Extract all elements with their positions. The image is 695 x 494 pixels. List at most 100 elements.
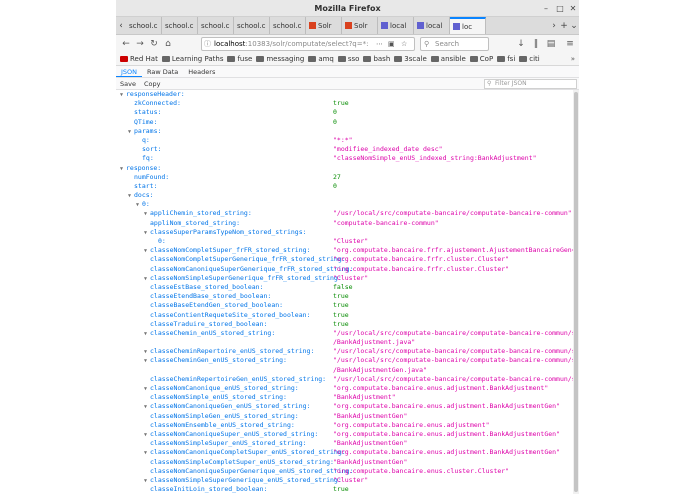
bookmark-item[interactable]: fsi [497, 55, 515, 63]
json-row[interactable]: ▼ classeNomCanoniqueGen_enUS_stored_strin… [116, 402, 579, 411]
json-value: true [333, 310, 349, 319]
search-field[interactable]: ⚲ Search [420, 37, 489, 51]
json-row[interactable]: classeNomSimple_enUS_stored_string: "Bank… [116, 393, 579, 402]
more-bookmarks-icon[interactable]: » [571, 55, 575, 63]
bookmark-item[interactable]: Learning Paths [161, 55, 223, 63]
tab-1[interactable]: school.c [162, 17, 198, 34]
json-row[interactable]: classeCheminRepertoireGen_enUS_stored_st… [116, 375, 579, 384]
save-button[interactable]: Save [116, 78, 140, 89]
json-row[interactable]: 0: "Cluster" [116, 237, 579, 246]
tab-5[interactable]: Solr [306, 17, 342, 34]
scroll-tabs-left-icon[interactable]: ‹ [116, 17, 126, 34]
tab-6[interactable]: Solr [342, 17, 378, 34]
tab-2[interactable]: school.c [198, 17, 234, 34]
json-row[interactable]: ▼ appliChemin_stored_string: "/usr/local/s… [116, 209, 579, 218]
downloads-icon[interactable]: ↓ [514, 39, 528, 49]
json-row[interactable]: ▼ classeNomSimpleSuperGenerique_enUS_stor… [116, 476, 579, 485]
page-actions-icon[interactable]: ⋯ [376, 38, 383, 50]
tab-0[interactable]: school.c [126, 17, 162, 34]
json-row[interactable]: ▼ response: [116, 164, 579, 173]
json-row[interactable]: status: 0 [116, 108, 579, 117]
json-row[interactable]: zkConnected: true [116, 99, 579, 108]
json-row[interactable]: classeBaseEtendGen_stored_boolean: true [116, 301, 579, 310]
copy-button[interactable]: Copy [140, 78, 165, 89]
tab-json[interactable]: JSON [116, 66, 143, 77]
tab-7[interactable]: local [378, 17, 414, 34]
bookmark-item[interactable]: Red Hat [120, 55, 158, 63]
tab-headers[interactable]: Headers [183, 66, 220, 77]
library-icon[interactable]: ‖ [529, 39, 543, 49]
menu-icon[interactable]: ≡ [563, 39, 577, 49]
bookmark-item[interactable]: 3scale [394, 55, 427, 63]
tab-list-icon[interactable]: ⌄ [569, 17, 579, 34]
json-row[interactable]: ▼ classeCheminGen_enUS_stored_string: "/us… [116, 356, 579, 365]
json-row[interactable]: sort: "modifiee_indexed_date desc" [116, 145, 579, 154]
json-row[interactable]: classeNomSimpleCompletSuper_enUS_stored_… [116, 458, 579, 467]
forward-icon[interactable]: → [133, 39, 147, 49]
new-tab-icon[interactable]: + [559, 17, 569, 34]
json-row[interactable]: QTime: 0 [116, 118, 579, 127]
json-row[interactable]: classeEtendBase_stored_boolean: true [116, 292, 579, 301]
json-row[interactable]: ▼ docs: [116, 191, 579, 200]
tab-4[interactable]: school.c [270, 17, 306, 34]
json-row[interactable]: ▼ classeNomCanonique_enUS_stored_string: "… [116, 384, 579, 393]
bookmark-item[interactable]: ansible [430, 55, 466, 63]
back-icon[interactable]: ← [119, 39, 133, 49]
bookmark-star-icon[interactable]: ☆ [401, 38, 407, 50]
json-row[interactable]: ▼ classeCheminRepertoire_enUS_stored_stri… [116, 347, 579, 356]
url-rest: :10383/solr/computate/select?q=*: [245, 40, 369, 48]
home-icon[interactable]: ⌂ [161, 39, 175, 49]
json-row[interactable]: classeNomCompletSuperGenerique_frFR_stor… [116, 255, 579, 264]
json-row[interactable]: ▼ classeNomSimpleSuperGenerique_frFR_stor… [116, 274, 579, 283]
json-row[interactable]: ▼ params: [116, 127, 579, 136]
bookmark-item[interactable]: amq [308, 55, 334, 63]
site-info-icon[interactable]: ⓘ [204, 38, 211, 50]
bookmark-item[interactable]: fuse [227, 55, 252, 63]
maximize-icon[interactable]: □ [554, 0, 566, 17]
json-row[interactable]: ▼ classeNomCanoniqueSuper_enUS_stored_str… [116, 430, 579, 439]
pocket-icon[interactable]: ▣ [388, 38, 395, 50]
json-row[interactable]: ▼ classeChemin_enUS_stored_string: "/usr/l… [116, 329, 579, 338]
reload-icon[interactable]: ↻ [147, 39, 161, 49]
json-row[interactable]: ▼ responseHeader: [116, 90, 579, 99]
json-row[interactable]: classeNomSimpleGen_enUS_stored_string: "B… [116, 412, 579, 421]
url-bar[interactable]: ⓘ localhost:10383/solr/computate/select?… [201, 37, 415, 51]
bookmark-item[interactable]: messaging [256, 55, 304, 63]
filter-json-input[interactable]: ⚲ Filter JSON [484, 79, 577, 89]
json-row[interactable]: numFound: 27 [116, 173, 579, 182]
json-row-continuation: /BankAdjustment.java" [116, 338, 579, 347]
bookmark-item[interactable]: citi [519, 55, 540, 63]
json-row[interactable]: appliNom_stored_string: "computate-bancai… [116, 219, 579, 228]
bookmark-item[interactable]: sso [337, 55, 359, 63]
tab-8[interactable]: local [414, 17, 450, 34]
json-row[interactable]: classeNomCanoniqueSuperGenerique_frFR_st… [116, 265, 579, 274]
tab-raw-data[interactable]: Raw Data [142, 66, 183, 77]
json-row[interactable]: classeContientRequeteSite_stored_boolean… [116, 311, 579, 320]
json-key-text: q: [142, 135, 150, 144]
bookmark-item[interactable]: CoP [469, 55, 493, 63]
json-row[interactable]: start: 0 [116, 182, 579, 191]
json-value-continuation: /BankAdjustmentGen.java" [333, 365, 427, 374]
scrollbar-thumb[interactable] [574, 92, 578, 492]
json-row[interactable]: classeNomSimpleSuper_enUS_stored_string:… [116, 439, 579, 448]
minimize-icon[interactable]: – [540, 0, 552, 17]
close-window-icon[interactable]: ✕ [567, 0, 579, 17]
json-row[interactable]: ▼ classeNomCompletSuper_frFR_stored_strin… [116, 246, 579, 255]
tab-3[interactable]: school.c [234, 17, 270, 34]
json-row[interactable]: classeEstBase_stored_boolean: false [116, 283, 579, 292]
sidebar-icon[interactable]: ▤ [544, 39, 558, 49]
json-row[interactable]: classeNomEnsemble_enUS_stored_string: "or… [116, 421, 579, 430]
vertical-scrollbar[interactable] [573, 90, 579, 494]
json-row[interactable]: fq: "classeNomSimple_enUS_indexed_string:… [116, 154, 579, 163]
json-row[interactable]: classeInitLoin_stored_boolean: true [116, 485, 579, 494]
json-row[interactable]: classeNomCanoniqueSuperGenerique_enUS_st… [116, 467, 579, 476]
json-row[interactable]: q: "*:*" [116, 136, 579, 145]
tab-9[interactable]: loc [450, 17, 486, 34]
json-row[interactable]: ▼ classeSuperParamsTypeNom_stored_strings… [116, 228, 579, 237]
json-row[interactable]: ▼ classeNomCanoniqueCompletSuper_enUS_sto… [116, 448, 579, 457]
json-row[interactable]: classeTraduire_stored_boolean: true [116, 320, 579, 329]
bookmark-item[interactable]: bash [363, 55, 390, 63]
scroll-tabs-right-icon[interactable]: › [549, 17, 559, 34]
json-key-text: classeNomSimpleCompletSuper_enUS_stored_… [150, 457, 334, 466]
json-row[interactable]: ▼ 0: [116, 200, 579, 209]
